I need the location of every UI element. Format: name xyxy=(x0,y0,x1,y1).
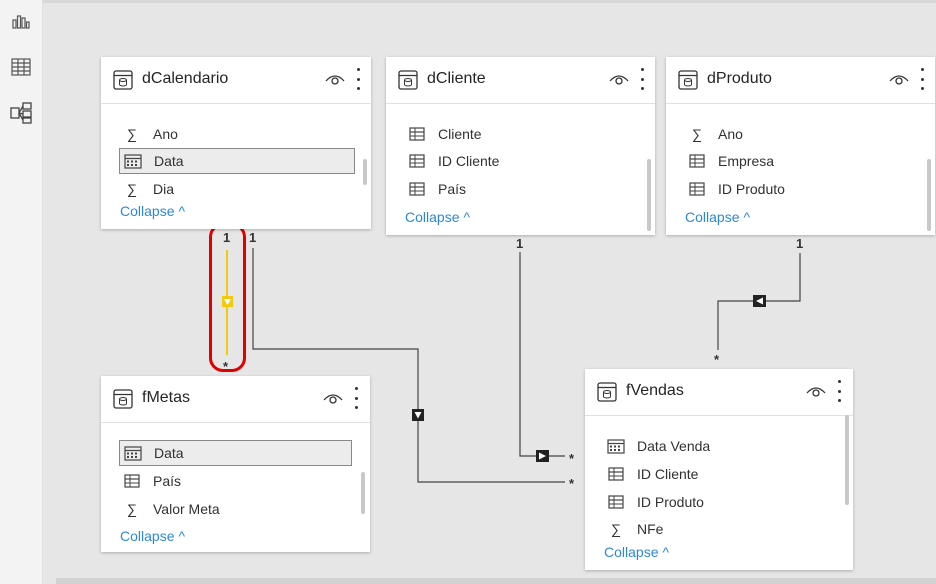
field-row[interactable]: ∑ Ano xyxy=(119,121,353,147)
table-card-header[interactable]: dCalendario xyxy=(101,57,371,104)
chevron-up-icon: ^ xyxy=(178,528,186,544)
table-title: dProduto xyxy=(707,70,772,87)
more-options-icon[interactable] xyxy=(352,387,360,409)
field-row[interactable]: País xyxy=(404,176,634,202)
table-column-icon xyxy=(686,152,708,170)
sigma-icon: ∑ xyxy=(127,501,137,517)
table-column-icon xyxy=(406,125,428,143)
cardinality-many-label: * xyxy=(569,476,575,491)
table-icon xyxy=(113,389,133,409)
table-card-header[interactable]: dCliente xyxy=(386,57,655,104)
table-card-dcalendario[interactable]: dCalendario ∑ Ano Data ∑ Dia Collapse ^ xyxy=(101,57,371,229)
chevron-up-icon: ^ xyxy=(743,209,751,225)
field-row[interactable]: ID Produto xyxy=(603,489,833,515)
collapse-link[interactable]: Collapse ^ xyxy=(120,528,185,544)
table-column-icon xyxy=(605,493,627,511)
cardinality-many-label: * xyxy=(714,352,720,367)
vertical-scrollbar[interactable] xyxy=(363,159,367,185)
field-row[interactable]: ID Cliente xyxy=(603,461,833,487)
field-list: ∑ Ano Data ∑ Dia xyxy=(101,103,371,197)
calendar-icon xyxy=(122,444,144,462)
vertical-scrollbar[interactable] xyxy=(361,472,365,514)
table-card-dproduto[interactable]: dProduto ∑ Ano Empresa ID Produto Collaps… xyxy=(666,57,935,235)
table-icon xyxy=(398,70,418,90)
collapse-link[interactable]: Collapse ^ xyxy=(604,544,669,560)
more-options-icon[interactable] xyxy=(638,68,646,90)
more-options-icon[interactable] xyxy=(354,68,362,90)
field-row[interactable]: Cliente xyxy=(404,121,634,147)
eye-icon[interactable] xyxy=(806,384,826,400)
field-row[interactable]: ID Cliente xyxy=(404,148,634,174)
highlight-annotation xyxy=(209,223,246,372)
table-column-icon xyxy=(686,180,708,198)
eye-icon[interactable] xyxy=(609,72,629,88)
field-list: Cliente ID Cliente País xyxy=(386,103,655,203)
eye-icon[interactable] xyxy=(323,391,343,407)
eye-icon[interactable] xyxy=(889,72,909,88)
table-icon xyxy=(678,70,698,90)
chevron-up-icon: ^ xyxy=(662,544,670,560)
vertical-scrollbar[interactable] xyxy=(647,159,651,231)
table-card-header[interactable]: fVendas xyxy=(585,369,853,416)
sigma-icon: ∑ xyxy=(127,181,137,197)
field-list: Data País ∑ Valor Meta xyxy=(101,422,370,522)
table-card-dcliente[interactable]: dCliente Cliente ID Cliente País Collaps… xyxy=(386,57,655,235)
table-title: fVendas xyxy=(626,382,684,399)
table-card-fmetas[interactable]: fMetas Data País ∑ Valor Meta Collapse ^ xyxy=(101,376,370,552)
field-row[interactable]: Data Venda xyxy=(603,433,833,459)
table-title: fMetas xyxy=(142,389,191,406)
sigma-icon: ∑ xyxy=(127,126,137,142)
field-row[interactable]: ∑ Dia xyxy=(119,176,353,197)
cardinality-many-label: * xyxy=(569,451,575,466)
field-row[interactable]: ∑ Valor Meta xyxy=(119,496,349,522)
vertical-scrollbar[interactable] xyxy=(927,159,931,231)
field-row[interactable]: ∑ NFe xyxy=(603,516,833,538)
sigma-icon: ∑ xyxy=(692,126,702,142)
chevron-up-icon: ^ xyxy=(178,203,186,219)
collapse-link[interactable]: Collapse ^ xyxy=(405,209,470,225)
table-title: dCalendario xyxy=(142,70,229,87)
table-card-fvendas[interactable]: fVendas Data Venda ID Cliente ID Produto… xyxy=(585,369,853,570)
table-column-icon xyxy=(605,465,627,483)
cardinality-one-label: 1 xyxy=(249,230,257,245)
field-row[interactable]: Empresa xyxy=(684,148,914,174)
cardinality-one-label: 1 xyxy=(516,236,524,251)
table-icon xyxy=(113,70,133,90)
vertical-scrollbar[interactable] xyxy=(845,415,849,505)
more-options-icon[interactable] xyxy=(918,68,926,90)
field-list: ∑ Ano Empresa ID Produto xyxy=(666,103,935,203)
calendar-icon xyxy=(605,437,627,455)
table-column-icon xyxy=(406,152,428,170)
table-card-header[interactable]: fMetas xyxy=(101,376,370,423)
table-column-icon xyxy=(121,472,143,490)
calendar-icon xyxy=(122,152,144,170)
field-row[interactable]: ∑ Ano xyxy=(684,121,914,147)
table-column-icon xyxy=(406,180,428,198)
collapse-link[interactable]: Collapse ^ xyxy=(685,209,750,225)
table-title: dCliente xyxy=(427,70,486,87)
field-list: Data Venda ID Cliente ID Produto ∑ NFe xyxy=(585,415,853,538)
table-icon xyxy=(597,382,617,402)
sigma-icon: ∑ xyxy=(611,521,621,537)
field-row[interactable]: ID Produto xyxy=(684,176,914,202)
cardinality-one-label: 1 xyxy=(796,236,804,251)
eye-icon[interactable] xyxy=(325,72,345,88)
chevron-up-icon: ^ xyxy=(463,209,471,225)
field-row[interactable]: País xyxy=(119,468,349,494)
field-row-selected[interactable]: Data xyxy=(119,440,352,466)
field-row-selected[interactable]: Data xyxy=(119,148,355,174)
collapse-link[interactable]: Collapse ^ xyxy=(120,203,185,219)
more-options-icon[interactable] xyxy=(835,380,843,402)
relationship-line-cliente-vendas[interactable] xyxy=(519,252,565,457)
table-card-header[interactable]: dProduto xyxy=(666,57,935,104)
